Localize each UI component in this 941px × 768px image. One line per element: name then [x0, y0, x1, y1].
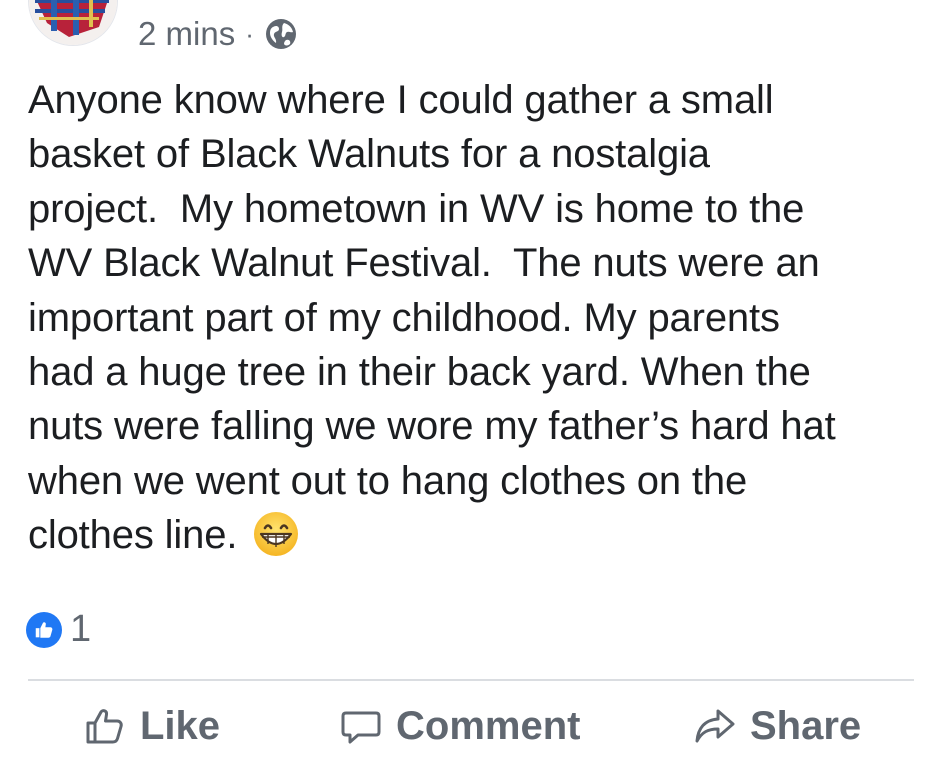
post-text-line: project. My hometown in WV is home to th…: [28, 186, 805, 231]
thumbs-up-icon: [26, 611, 62, 648]
reaction-summary[interactable]: 1: [26, 608, 91, 651]
post-text-line: nuts were falling we wore my father’s ha…: [28, 404, 836, 449]
comment-label: Comment: [396, 703, 581, 748]
post-text-line: had a huge tree in their back yard. When…: [28, 350, 811, 395]
share-button[interactable]: Share: [694, 690, 861, 762]
action-divider: [28, 679, 914, 681]
post-action-bar: Like Comment Share: [0, 690, 941, 762]
globe-icon[interactable]: [264, 17, 298, 51]
grinning-face-emoji-icon: [252, 510, 300, 558]
like-button[interactable]: Like: [84, 690, 220, 762]
post-text-line: clothes line.: [28, 513, 238, 558]
comment-icon: [341, 711, 381, 744]
share-label: Share: [750, 703, 862, 748]
facebook-post: 2 mins · Anyone know where I could gathe…: [0, 0, 941, 768]
post-text-line: important part of my childhood. My paren…: [28, 295, 780, 340]
avatar[interactable]: [28, 0, 118, 46]
post-text-line: when we went out to hang clothes on the: [28, 458, 748, 503]
thumbs-up-outline-icon: [86, 709, 123, 744]
reaction-count: 1: [70, 608, 92, 650]
avatar-image: [29, 0, 117, 45]
post-text-line: basket of Black Walnuts for a nostalgia: [28, 132, 710, 177]
post-text-line: WV Black Walnut Festival. The nuts were …: [28, 241, 820, 286]
post-timestamp[interactable]: 2 mins: [138, 14, 235, 54]
share-arrow-icon: [695, 709, 735, 743]
post-text-line: Anyone know where I could gather a small: [28, 78, 774, 122]
like-label: Like: [140, 703, 221, 748]
comment-button[interactable]: Comment: [340, 690, 580, 762]
meta-separator: ·: [245, 19, 254, 49]
post-body: Anyone know where I could gather a small…: [28, 73, 928, 563]
post-meta: 2 mins ·: [138, 14, 298, 54]
